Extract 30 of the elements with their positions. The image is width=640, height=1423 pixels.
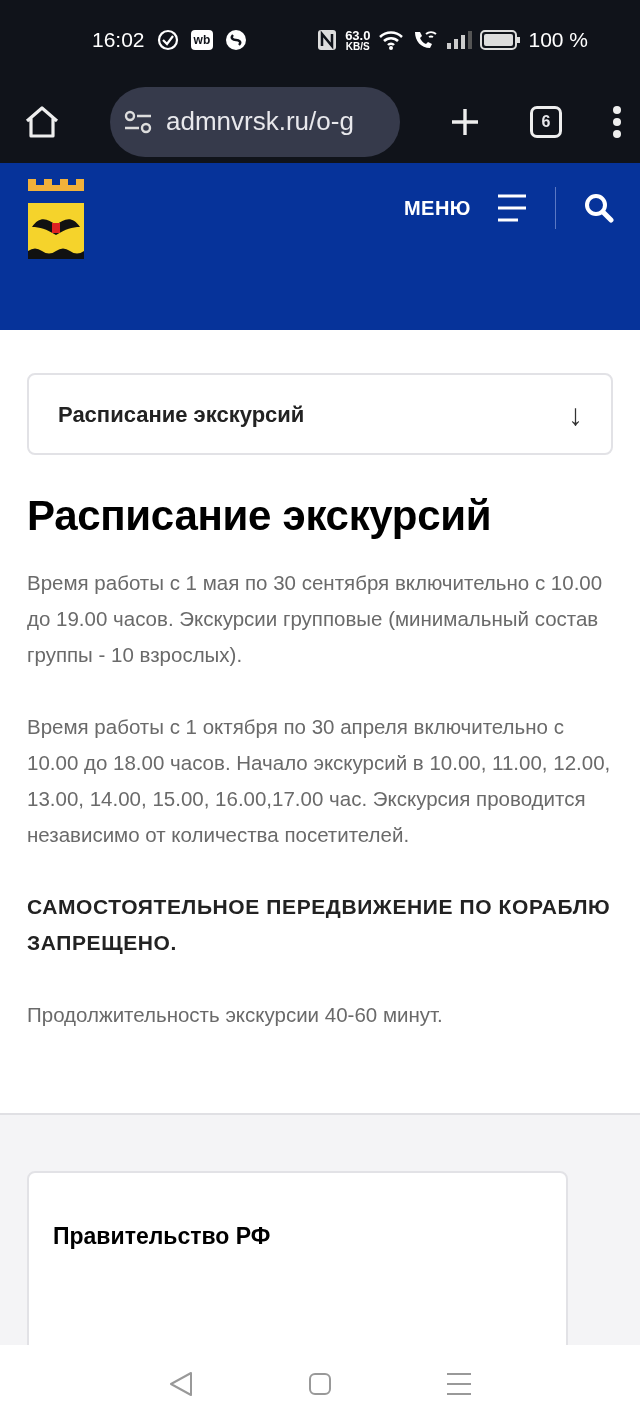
paragraph: Время работы с 1 октября по 30 апреля включительно с 10.00 до 18.00 часов. Начало экскурсий в 10.00, 11.00, 12.00, 13.00, 14.00, 15.00, 16.00,17.00 час. Экскурсия проводится независимо от количества посетителей. bbox=[27, 714, 612, 849]
menu-icon bbox=[497, 194, 527, 222]
page-title: Расписание экскурсий bbox=[27, 491, 493, 541]
battery-level: 100 % bbox=[528, 27, 588, 54]
tab-count-button[interactable]: 6 bbox=[530, 105, 562, 138]
paragraph: Продолжительность экскурсии 40-60 минут. bbox=[27, 1002, 444, 1029]
address-bar[interactable]: admnvrsk.ru/o-g bbox=[110, 86, 400, 157]
menu-icon[interactable] bbox=[447, 1373, 471, 1395]
paragraph: Время работы с 1 мая по 30 сентября включительно с 10.00 до 19.00 часов. Экскурсии групповые (минимальный состав группы - 10 взрослых). bbox=[27, 570, 604, 669]
app-icon: wb bbox=[190, 30, 214, 50]
url-text: admnvrsk.ru/o-g bbox=[166, 105, 354, 138]
menu-button[interactable]: МЕНЮ bbox=[403, 193, 527, 223]
back-icon[interactable] bbox=[169, 1371, 193, 1397]
check-circle-icon bbox=[156, 29, 179, 51]
clock-time: 16:02 bbox=[92, 27, 145, 54]
card-title: Правительство РФ bbox=[53, 1222, 272, 1252]
plus-icon[interactable] bbox=[450, 106, 480, 137]
battery-icon bbox=[480, 30, 521, 50]
wifi-call-icon bbox=[412, 29, 439, 51]
warning-text: САМОСТОЯТЕЛЬНОЕ ПЕРЕДВИЖЕНИЕ ПО КОРАБЛЮ ЗАПРЕЩЕНО. bbox=[27, 894, 612, 957]
speed-value: 63.0 bbox=[345, 28, 371, 42]
app-icon bbox=[225, 29, 248, 51]
search-icon[interactable] bbox=[584, 193, 614, 223]
wifi-icon bbox=[378, 30, 405, 50]
more-menu-icon[interactable] bbox=[612, 105, 622, 138]
signal-icon bbox=[446, 30, 473, 50]
site-settings-icon bbox=[124, 109, 152, 134]
section-dropdown[interactable]: Расписание экскурсий ↓ bbox=[27, 373, 613, 455]
nfc-icon bbox=[317, 29, 338, 51]
speed-unit: KB/S bbox=[345, 41, 370, 52]
